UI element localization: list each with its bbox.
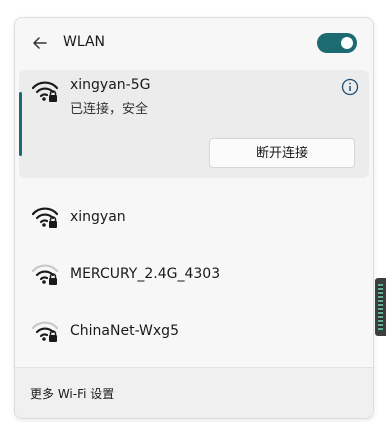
wifi-lock-icon: [31, 321, 59, 342]
info-icon: [341, 78, 359, 96]
network-item[interactable]: MERCURY_2.4G_4303: [19, 247, 369, 301]
network-list[interactable]: xingyan-5G 已连接，安全 断开连接 xingyan MERCURY_2…: [15, 68, 373, 368]
network-name: MERCURY_2.4G_4303: [70, 266, 221, 282]
network-info-button[interactable]: [341, 78, 359, 96]
volume-meter-widget: [375, 278, 386, 336]
network-item[interactable]: xingyan: [19, 190, 369, 244]
back-button[interactable]: [29, 32, 51, 54]
selected-indicator: [19, 92, 22, 156]
network-name: ChinaNet-Wxg5: [70, 323, 179, 339]
page-title: WLAN: [63, 34, 106, 50]
more-wifi-settings-link[interactable]: 更多 Wi-Fi 设置: [30, 385, 114, 402]
wifi-lock-icon: [31, 207, 59, 228]
network-name: xingyan: [70, 209, 126, 225]
disconnect-button[interactable]: 断开连接: [209, 138, 355, 168]
level-bars: [378, 284, 383, 330]
wifi-header: WLAN: [15, 18, 373, 68]
arrow-left-icon: [33, 37, 47, 49]
wifi-lock-icon: [31, 264, 59, 285]
wifi-toggle[interactable]: [317, 33, 357, 53]
network-status: 已连接，安全: [70, 102, 149, 117]
toggle-knob: [341, 37, 353, 49]
wifi-flyout-panel: WLAN xingyan-5G 已连接，安全 断开连接 xingyan MERC…: [14, 17, 374, 419]
wifi-footer: 更多 Wi-Fi 设置: [15, 367, 373, 418]
network-name: xingyan-5G: [70, 77, 151, 93]
wifi-lock-icon: [31, 81, 59, 102]
network-item-connected[interactable]: xingyan-5G 已连接，安全 断开连接: [19, 70, 369, 178]
network-item[interactable]: ChinaNet-Wxg5: [19, 304, 369, 358]
